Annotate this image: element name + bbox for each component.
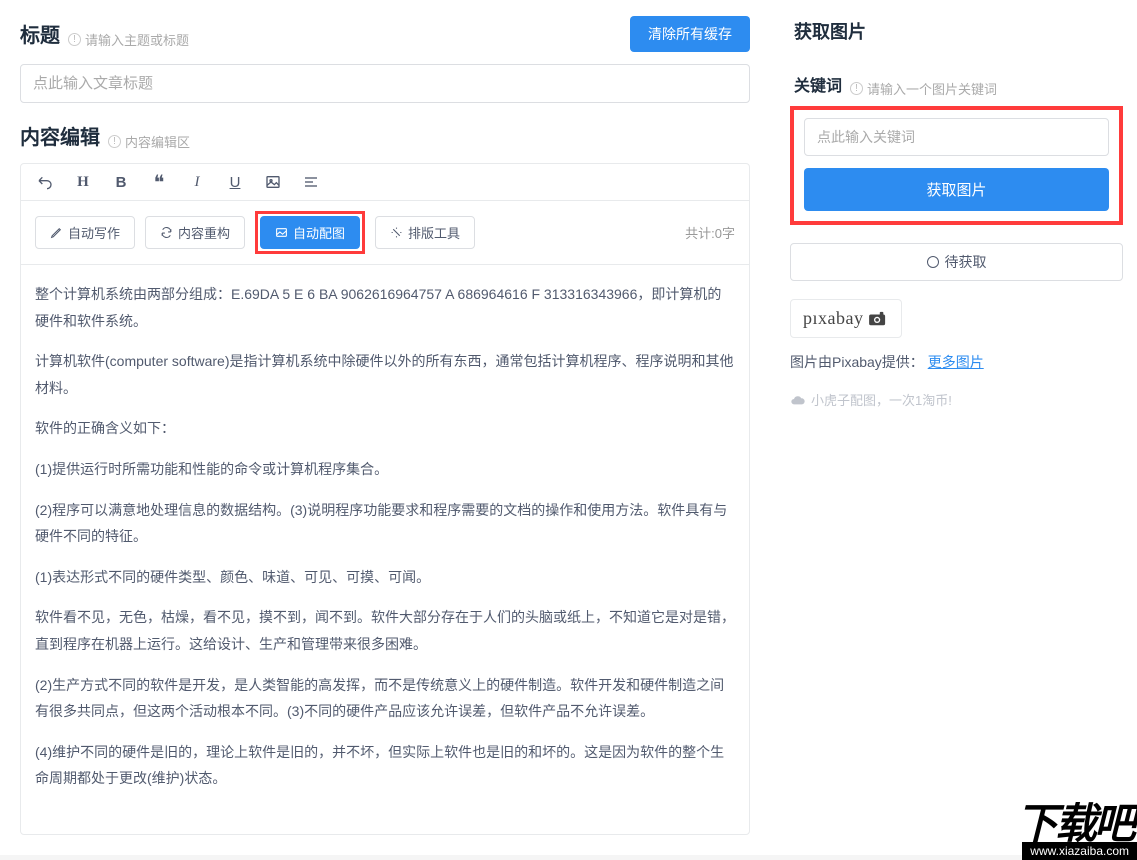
title-header: 标题 ! 请输入主题或标题 清除所有缓存 [20,16,750,52]
undo-icon[interactable] [35,172,55,192]
image-panel-heading: 获取图片 [790,18,1123,44]
picture-icon [275,226,288,239]
italic-icon[interactable]: I [187,172,207,192]
cloud-icon [790,394,806,406]
auto-image-button[interactable]: 自动配图 [260,216,360,249]
auto-write-button[interactable]: 自动写作 [35,216,135,249]
editor-paragraph: 整个计算机系统由两部分组成：E.69DA 5 E 6 BA 9062616964… [35,281,735,334]
credit-text: 小虎子配图，一次1淘币! [790,390,1123,409]
format-toolbar: H B ❝ I U [21,164,749,201]
editor-paragraph: (1)表达形式不同的硬件类型、颜色、味道、可见、可摸、可闻。 [35,564,735,591]
pending-status-button[interactable]: 待获取 [790,243,1123,281]
info-icon: ! [68,33,81,46]
editor-paragraph: (1)提供运行时所需功能和性能的命令或计算机程序集合。 [35,456,735,483]
editor-header: 内容编辑 ! 内容编辑区 [20,121,750,151]
underline-icon[interactable]: U [225,172,245,192]
editor-paragraph: 软件看不见，无色，枯燥，看不见，摸不到，闻不到。软件大部分存在于人们的头脑或纸上… [35,604,735,657]
more-images-text: 图片由Pixabay提供： 更多图片 [790,352,1123,372]
editor-content[interactable]: 整个计算机系统由两部分组成：E.69DA 5 E 6 BA 9062616964… [21,265,749,834]
image-icon[interactable] [263,172,283,192]
heading-icon[interactable]: H [73,172,93,192]
auto-image-highlight: 自动配图 [255,211,365,254]
editor-paragraph: 软件的正确含义如下： [35,415,735,442]
title-heading: 标题 [20,19,60,48]
info-icon: ! [108,135,121,148]
pencil-icon [50,226,63,239]
watermark: 下载吧 www.xiazaiba.com [1016,806,1137,860]
circle-icon [927,256,939,268]
article-title-input[interactable] [20,64,750,103]
keyword-hint: ! 请输入一个图片关键词 [850,79,997,98]
info-icon: ! [850,82,863,95]
magic-icon [390,226,403,239]
camera-icon [867,311,889,327]
pixabay-badge: pıxabay [790,299,902,338]
editor-paragraph: 计算机软件(computer software)是指计算机系统中除硬件以外的所有… [35,348,735,401]
keyword-input[interactable] [804,118,1109,156]
align-left-icon[interactable] [301,172,321,192]
bold-icon[interactable]: B [111,172,131,192]
editor-heading: 内容编辑 [20,121,100,150]
fetch-image-button[interactable]: 获取图片 [804,168,1109,211]
keyword-label: 关键词 [794,72,842,96]
layout-tool-button[interactable]: 排版工具 [375,216,475,249]
editor-paragraph: (4)维护不同的硬件是旧的，理论上软件是旧的，并不坏，但实际上软件也是旧的和坏的… [35,739,735,792]
action-toolbar: 自动写作 内容重构 自动配图 [21,201,749,265]
editor-paragraph: (2)生产方式不同的软件是开发，是人类智能的高发挥，而不是传统意义上的硬件制造。… [35,672,735,725]
keyword-highlight-box: 获取图片 [790,106,1123,225]
more-images-link[interactable]: 更多图片 [928,354,984,370]
quote-icon[interactable]: ❝ [149,172,169,192]
editor-box: H B ❝ I U 自动写作 [20,163,750,835]
clear-cache-button[interactable]: 清除所有缓存 [630,16,750,52]
title-hint: ! 请输入主题或标题 [68,30,189,49]
restructure-button[interactable]: 内容重构 [145,216,245,249]
editor-paragraph: (2)程序可以满意地处理信息的数据结构。(3)说明程序功能要求和程序需要的文档的… [35,497,735,550]
refresh-icon [160,226,173,239]
word-count: 共计:0字 [685,223,735,242]
editor-hint: ! 内容编辑区 [108,132,190,151]
